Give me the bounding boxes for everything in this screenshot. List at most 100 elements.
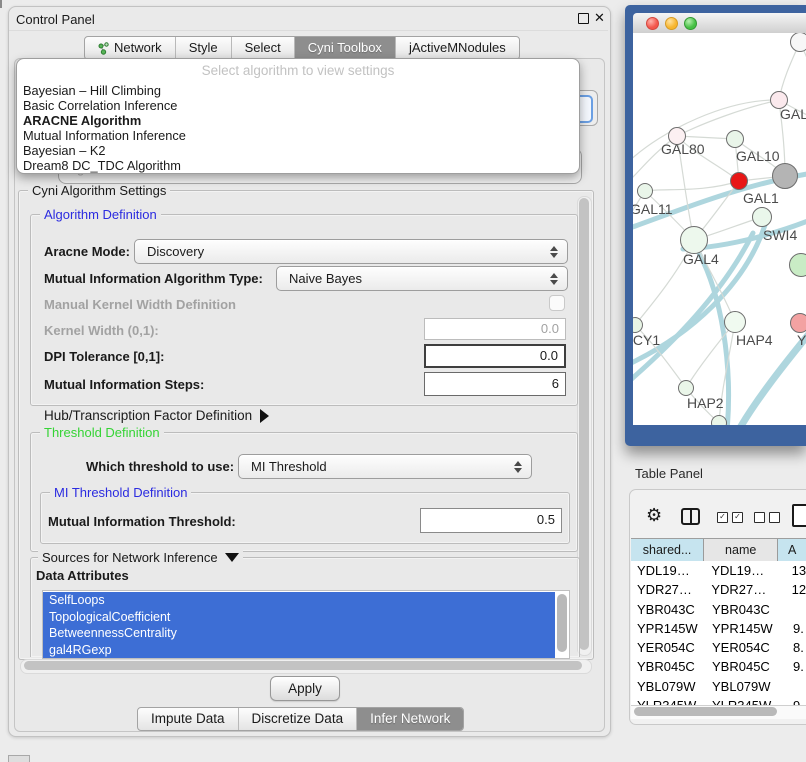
- tab-impute-data[interactable]: Impute Data: [138, 708, 238, 730]
- tab-jactivemnodules[interactable]: jActiveMNodules: [395, 37, 519, 59]
- node-gal10[interactable]: [726, 130, 744, 148]
- algorithm-option-bayesian-k2[interactable]: Bayesian – K2: [17, 143, 579, 158]
- mi-type-label: Mutual Information Algorithm Type:: [44, 271, 263, 286]
- table-cell: YPR145W: [631, 619, 710, 638]
- table-cell: YBR043C: [631, 600, 710, 619]
- table-row[interactable]: YER054CYER054C8.: [631, 638, 806, 657]
- table-hscrollbar-thumb[interactable]: [634, 707, 777, 716]
- table-cell: 9.: [790, 619, 804, 638]
- hub-definition-label: Hub/Transcription Factor Definition: [44, 408, 252, 423]
- hub-definition-toggle[interactable]: Hub/Transcription Factor Definition: [44, 408, 269, 423]
- algorithm-option-basic-correlation-inference[interactable]: Basic Correlation Inference: [17, 98, 579, 113]
- node-hap4[interactable]: [724, 311, 746, 333]
- attributes-listbox: SelfLoopsTopologicalCoefficientBetweenne…: [42, 590, 570, 659]
- node-label: GAL4: [683, 251, 719, 267]
- table-rows: YDL19…YDL19…13YDR27…YDR27…12YBR043CYBR04…: [631, 561, 806, 705]
- algorithm-option-bayesian-hill-climbing[interactable]: Bayesian – Hill Climbing: [17, 83, 579, 98]
- table-row[interactable]: YDL19…YDL19…13: [631, 561, 806, 580]
- threshold-definition-title: Threshold Definition: [40, 425, 164, 440]
- settings-vscrollbar-thumb[interactable]: [579, 198, 589, 650]
- sources-group-title[interactable]: Sources for Network Inference: [38, 550, 243, 565]
- node-label: GCY1: [633, 332, 660, 348]
- expanded-arrow-icon: [225, 553, 239, 562]
- settings-hscrollbar-thumb[interactable]: [24, 661, 582, 670]
- node-hap2[interactable]: [678, 380, 694, 396]
- table-row[interactable]: YDR27…YDR27…12: [631, 580, 806, 599]
- columns-icon[interactable]: [681, 508, 700, 525]
- which-threshold-value: MI Threshold: [239, 459, 514, 474]
- table-cell: YBR043C: [710, 600, 790, 619]
- table-row[interactable]: YBR043CYBR043C: [631, 600, 806, 619]
- node[interactable]: [789, 253, 806, 277]
- table-row[interactable]: YPR145WYPR145W9.: [631, 619, 806, 638]
- network-canvas[interactable]: GALGAL80GAL10GAL1GAL11SWI4GAL4GCY1HAP4YH…: [633, 33, 806, 425]
- algorithm-option-dream8-dc-tdc-algorithm[interactable]: Dream8 DC_TDC Algorithm: [17, 158, 579, 173]
- unchecked-pair-icon[interactable]: [754, 512, 780, 523]
- which-threshold-combo[interactable]: MI Threshold: [238, 454, 532, 479]
- node-gal4[interactable]: [680, 226, 708, 254]
- gear-icon[interactable]: ⚙: [646, 505, 662, 526]
- attribute-item-betweennesscentrality[interactable]: BetweennessCentrality: [43, 625, 555, 642]
- network-icon: [98, 42, 109, 55]
- mi-steps-label: Mutual Information Steps:: [44, 377, 204, 392]
- dpi-tolerance-label: DPI Tolerance [0,1]:: [44, 349, 164, 364]
- apply-button-label: Apply: [288, 681, 322, 696]
- tab-label: Cyni Toolbox: [308, 37, 382, 59]
- attribute-item-gal4rgexp[interactable]: gal4RGexp: [43, 642, 555, 659]
- float-window-button[interactable]: [578, 13, 589, 24]
- node-label: GAL10: [736, 148, 780, 164]
- column-header-shared[interactable]: shared...: [631, 539, 704, 562]
- table-cell: YDR27…: [709, 580, 788, 599]
- tab-discretize-data[interactable]: Discretize Data: [238, 708, 357, 730]
- control-panel-tabs: NetworkStyleSelect Cyni Toolbox jActiveMNo…: [84, 36, 520, 60]
- tab-cyni-toolbox[interactable]: Cyni Toolbox: [294, 37, 395, 59]
- minimize-traffic-light[interactable]: [665, 17, 678, 30]
- node[interactable]: [790, 33, 806, 52]
- dpi-tolerance-field[interactable]: 0.0: [424, 344, 566, 368]
- attributes-vscrollbar-thumb[interactable]: [557, 594, 567, 652]
- column-header-extra[interactable]: A: [778, 539, 806, 562]
- table-cell: YDR27…: [631, 580, 709, 599]
- node-swi4[interactable]: [752, 207, 772, 227]
- node-gcy1[interactable]: [633, 317, 643, 333]
- node[interactable]: [772, 163, 798, 189]
- document-icon[interactable]: [792, 504, 806, 527]
- tab-label: Impute Data: [151, 708, 225, 730]
- table-header-row: shared... name A: [631, 538, 806, 563]
- table-cell: YER054C: [710, 638, 790, 657]
- table-row[interactable]: YLR345WYLR345W9.: [631, 696, 806, 705]
- close-window-button[interactable]: ✕: [594, 10, 605, 26]
- apply-button[interactable]: Apply: [270, 676, 340, 701]
- mi-threshold-field[interactable]: 0.5: [420, 508, 562, 533]
- tab-network[interactable]: Network: [85, 37, 175, 59]
- mi-steps-field[interactable]: 6: [424, 372, 566, 396]
- table-row[interactable]: YBL079WYBL079W: [631, 677, 806, 696]
- table-cell: YPR145W: [710, 619, 790, 638]
- attribute-item-selfloops[interactable]: SelfLoops: [43, 592, 555, 609]
- manual-kernel-checkbox: [549, 295, 565, 311]
- table-panel-title: Table Panel: [635, 466, 703, 481]
- node-y[interactable]: [790, 313, 806, 333]
- tab-select[interactable]: Select: [231, 37, 294, 59]
- tab-label: Infer Network: [370, 708, 450, 730]
- attribute-item-topologicalcoefficient[interactable]: TopologicalCoefficient: [43, 609, 555, 626]
- mi-type-combo[interactable]: Naive Bayes: [276, 266, 568, 291]
- mi-threshold-group-title: MI Threshold Definition: [50, 485, 191, 500]
- checked-pair-icon[interactable]: ✓✓: [717, 512, 743, 523]
- algorithm-option-aracne-algorithm[interactable]: ARACNE Algorithm: [17, 113, 579, 128]
- node-gal1[interactable]: [730, 172, 748, 190]
- column-header-name[interactable]: name: [704, 539, 778, 562]
- table-row[interactable]: YBR045CYBR045C9.: [631, 657, 806, 676]
- tab-infer-network[interactable]: Infer Network: [356, 708, 463, 730]
- close-traffic-light[interactable]: [646, 17, 659, 30]
- node[interactable]: [711, 415, 727, 425]
- zoom-traffic-light[interactable]: [684, 17, 697, 30]
- node-gal11[interactable]: [637, 183, 653, 199]
- aracne-mode-combo[interactable]: Discovery: [134, 239, 568, 264]
- screen: Control Panel ✕ NetworkStyleSelectCyni T…: [0, 0, 806, 762]
- mi-threshold-label: Mutual Information Threshold:: [48, 514, 236, 529]
- table-cell: 12: [789, 580, 806, 599]
- algorithm-option-mutual-information-inference[interactable]: Mutual Information Inference: [17, 128, 579, 143]
- tab-style[interactable]: Style: [175, 37, 231, 59]
- control-panel-bottom-tabs: Impute Data Discretize Data Infer Network: [137, 707, 464, 731]
